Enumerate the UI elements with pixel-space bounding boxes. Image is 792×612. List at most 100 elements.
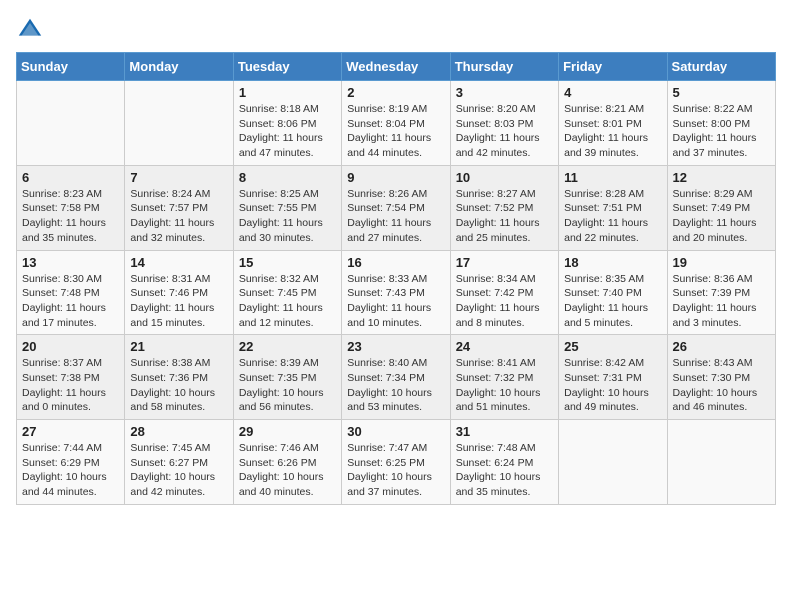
day-number: 10 [456, 170, 553, 185]
day-info: Sunrise: 8:19 AM Sunset: 8:04 PM Dayligh… [347, 102, 444, 161]
calendar-cell [17, 81, 125, 166]
day-number: 2 [347, 85, 444, 100]
day-header-saturday: Saturday [667, 53, 775, 81]
calendar-cell: 11Sunrise: 8:28 AM Sunset: 7:51 PM Dayli… [559, 165, 667, 250]
day-info: Sunrise: 8:42 AM Sunset: 7:31 PM Dayligh… [564, 356, 661, 415]
logo [16, 16, 46, 44]
calendar-cell: 12 Sunrise: 8:29 AM Sunset: 7:49 PM Dayli… [667, 165, 775, 250]
day-header-tuesday: Tuesday [233, 53, 341, 81]
day-number: 28 [130, 424, 227, 439]
day-info: Sunrise: 8:20 AM Sunset: 8:03 PM Dayligh… [456, 102, 553, 161]
day-header-thursday: Thursday [450, 53, 558, 81]
day-info: Sunrise: 8:25 AM Sunset: 7:55 PM Dayligh… [239, 187, 336, 246]
calendar-cell: 9 Sunrise: 8:26 AM Sunset: 7:54 PM Daylig… [342, 165, 450, 250]
day-info: Sunrise: 8:38 AM Sunset: 7:36 PM Dayligh… [130, 356, 227, 415]
day-number: 26 [673, 339, 770, 354]
calendar-cell: 21 Sunrise: 8:38 AM Sunset: 7:36 PM Dayli… [125, 335, 233, 420]
calendar-cell: 15 Sunrise: 8:32 AM Sunset: 7:45 PM Dayli… [233, 250, 341, 335]
day-header-wednesday: Wednesday [342, 53, 450, 81]
day-number: 19 [673, 255, 770, 270]
calendar-table: SundayMondayTuesdayWednesdayThursdayFrid… [16, 52, 776, 505]
calendar-cell: 5 Sunrise: 8:22 AM Sunset: 8:00 PM Daylig… [667, 81, 775, 166]
day-number: 4 [564, 85, 661, 100]
calendar-cell: 10Sunrise: 8:27 AM Sunset: 7:52 PM Dayli… [450, 165, 558, 250]
calendar-cell: 25 Sunrise: 8:42 AM Sunset: 7:31 PM Dayli… [559, 335, 667, 420]
day-number: 18 [564, 255, 661, 270]
day-number: 30 [347, 424, 444, 439]
day-info: Sunrise: 8:28 AM Sunset: 7:51 PM Dayligh… [564, 187, 661, 246]
day-info: Sunrise: 8:37 AM Sunset: 7:38 PM Dayligh… [22, 356, 119, 415]
calendar-week-row: 13 Sunrise: 8:30 AM Sunset: 7:48 PM Dayli… [17, 250, 776, 335]
calendar-cell: 18 Sunrise: 8:35 AM Sunset: 7:40 PM Dayli… [559, 250, 667, 335]
day-info: Sunrise: 8:35 AM Sunset: 7:40 PM Dayligh… [564, 272, 661, 331]
day-number: 21 [130, 339, 227, 354]
day-number: 20 [22, 339, 119, 354]
day-number: 16 [347, 255, 444, 270]
day-number: 24 [456, 339, 553, 354]
day-number: 15 [239, 255, 336, 270]
calendar-cell [667, 420, 775, 505]
day-info: Sunrise: 8:22 AM Sunset: 8:00 PM Dayligh… [673, 102, 770, 161]
day-info: Sunrise: 7:46 AM Sunset: 6:26 PM Dayligh… [239, 441, 336, 500]
day-number: 1 [239, 85, 336, 100]
day-number: 8 [239, 170, 336, 185]
day-number: 17 [456, 255, 553, 270]
calendar-cell: 13 Sunrise: 8:30 AM Sunset: 7:48 PM Dayli… [17, 250, 125, 335]
day-info: Sunrise: 8:40 AM Sunset: 7:34 PM Dayligh… [347, 356, 444, 415]
calendar-cell: 20 Sunrise: 8:37 AM Sunset: 7:38 PM Dayli… [17, 335, 125, 420]
calendar-cell: 22Sunrise: 8:39 AM Sunset: 7:35 PM Dayli… [233, 335, 341, 420]
day-info: Sunrise: 8:33 AM Sunset: 7:43 PM Dayligh… [347, 272, 444, 331]
day-info: Sunrise: 8:24 AM Sunset: 7:57 PM Dayligh… [130, 187, 227, 246]
day-number: 12 [673, 170, 770, 185]
calendar-cell: 7 Sunrise: 8:24 AM Sunset: 7:57 PM Daylig… [125, 165, 233, 250]
day-number: 29 [239, 424, 336, 439]
calendar-cell: 29 Sunrise: 7:46 AM Sunset: 6:26 PM Dayli… [233, 420, 341, 505]
calendar-cell: 4 Sunrise: 8:21 AM Sunset: 8:01 PM Daylig… [559, 81, 667, 166]
day-info: Sunrise: 7:47 AM Sunset: 6:25 PM Dayligh… [347, 441, 444, 500]
day-info: Sunrise: 8:23 AM Sunset: 7:58 PM Dayligh… [22, 187, 119, 246]
day-info: Sunrise: 8:21 AM Sunset: 8:01 PM Dayligh… [564, 102, 661, 161]
day-info: Sunrise: 7:48 AM Sunset: 6:24 PM Dayligh… [456, 441, 553, 500]
calendar-week-row: 20 Sunrise: 8:37 AM Sunset: 7:38 PM Dayli… [17, 335, 776, 420]
day-number: 3 [456, 85, 553, 100]
day-number: 22 [239, 339, 336, 354]
day-number: 25 [564, 339, 661, 354]
day-number: 5 [673, 85, 770, 100]
logo-icon [16, 16, 44, 44]
day-info: Sunrise: 8:30 AM Sunset: 7:48 PM Dayligh… [22, 272, 119, 331]
day-info: Sunrise: 7:45 AM Sunset: 6:27 PM Dayligh… [130, 441, 227, 500]
calendar-cell: 28 Sunrise: 7:45 AM Sunset: 6:27 PM Dayli… [125, 420, 233, 505]
calendar-cell: 26 Sunrise: 8:43 AM Sunset: 7:30 PM Dayli… [667, 335, 775, 420]
calendar-cell: 30 Sunrise: 7:47 AM Sunset: 6:25 PM Dayli… [342, 420, 450, 505]
calendar-week-row: 1 Sunrise: 8:18 AM Sunset: 8:06 PM Daylig… [17, 81, 776, 166]
calendar-cell: 3 Sunrise: 8:20 AM Sunset: 8:03 PM Daylig… [450, 81, 558, 166]
calendar-cell: 2 Sunrise: 8:19 AM Sunset: 8:04 PM Daylig… [342, 81, 450, 166]
calendar-cell [559, 420, 667, 505]
calendar-cell: 31Sunrise: 7:48 AM Sunset: 6:24 PM Dayli… [450, 420, 558, 505]
page-header [16, 16, 776, 44]
day-info: Sunrise: 8:43 AM Sunset: 7:30 PM Dayligh… [673, 356, 770, 415]
day-info: Sunrise: 8:36 AM Sunset: 7:39 PM Dayligh… [673, 272, 770, 331]
day-info: Sunrise: 8:18 AM Sunset: 8:06 PM Dayligh… [239, 102, 336, 161]
day-number: 27 [22, 424, 119, 439]
day-header-friday: Friday [559, 53, 667, 81]
day-info: Sunrise: 8:29 AM Sunset: 7:49 PM Dayligh… [673, 187, 770, 246]
day-number: 23 [347, 339, 444, 354]
calendar-week-row: 6Sunrise: 8:23 AM Sunset: 7:58 PM Daylig… [17, 165, 776, 250]
calendar-cell: 6Sunrise: 8:23 AM Sunset: 7:58 PM Daylig… [17, 165, 125, 250]
calendar-cell: 1 Sunrise: 8:18 AM Sunset: 8:06 PM Daylig… [233, 81, 341, 166]
day-number: 7 [130, 170, 227, 185]
day-info: Sunrise: 8:26 AM Sunset: 7:54 PM Dayligh… [347, 187, 444, 246]
day-number: 13 [22, 255, 119, 270]
calendar-cell: 19 Sunrise: 8:36 AM Sunset: 7:39 PM Dayli… [667, 250, 775, 335]
day-number: 9 [347, 170, 444, 185]
calendar-cell [125, 81, 233, 166]
calendar-cell: 14Sunrise: 8:31 AM Sunset: 7:46 PM Dayli… [125, 250, 233, 335]
calendar-cell: 27Sunrise: 7:44 AM Sunset: 6:29 PM Dayli… [17, 420, 125, 505]
calendar-cell: 8 Sunrise: 8:25 AM Sunset: 7:55 PM Daylig… [233, 165, 341, 250]
day-info: Sunrise: 8:32 AM Sunset: 7:45 PM Dayligh… [239, 272, 336, 331]
calendar-cell: 24Sunrise: 8:41 AM Sunset: 7:32 PM Dayli… [450, 335, 558, 420]
day-header-sunday: Sunday [17, 53, 125, 81]
calendar-cell: 23 Sunrise: 8:40 AM Sunset: 7:34 PM Dayli… [342, 335, 450, 420]
day-header-monday: Monday [125, 53, 233, 81]
